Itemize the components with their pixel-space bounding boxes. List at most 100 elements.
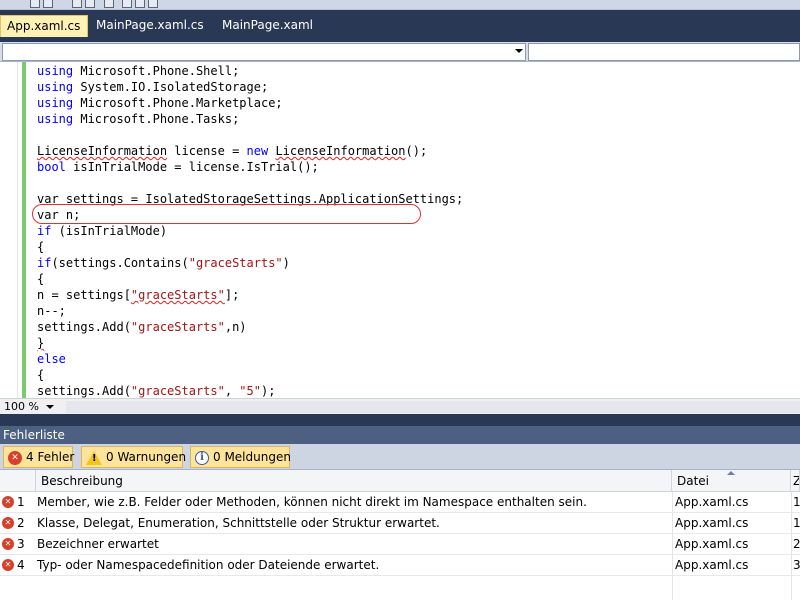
error-icon: ✕	[2, 517, 14, 529]
toolbar-button[interactable]	[85, 0, 95, 8]
messages-filter-button[interactable]: i 0 Meldungen	[190, 446, 291, 468]
table-row[interactable]: ✕ 4 Typ- oder Namespacedefinition oder Dat…	[0, 555, 800, 576]
tab-mainpage-xaml[interactable]: MainPage.xaml	[216, 15, 319, 37]
code-token: var n;	[37, 208, 81, 222]
column-header-description[interactable]: Beschreibung	[36, 470, 672, 492]
code-token: Microsoft.Phone.Marketplace;	[73, 96, 283, 110]
code-token: LicenseInformation	[37, 144, 168, 158]
toolbar-button[interactable]	[43, 0, 53, 8]
code-line: settings.Add("graceStarts", "5");	[37, 383, 463, 398]
error-number: 3	[17, 537, 25, 551]
code-line: n = settings["graceStarts"];	[37, 287, 463, 303]
code-token: }	[37, 336, 45, 350]
code-line: using Microsoft.Phone.Tasks;	[37, 111, 463, 127]
code-token: else	[37, 352, 66, 366]
tab-mainpage-xaml-cs[interactable]: MainPage.xaml.cs	[90, 15, 210, 37]
code-token: )	[282, 256, 290, 270]
table-row[interactable]: ✕ 2 Klasse, Delegat, Enumeration, Schnitts…	[0, 513, 800, 534]
code-token: using	[37, 80, 74, 94]
panel-splitter[interactable]	[0, 414, 800, 426]
code-token: );	[260, 384, 276, 398]
error-line: 19	[793, 495, 800, 509]
error-description: Bezeichner erwartet	[37, 537, 159, 551]
code-line: {	[37, 271, 463, 287]
error-file: App.xaml.cs	[675, 495, 749, 509]
error-icon: ✕	[2, 496, 14, 508]
code-token: "graceStarts"	[188, 256, 283, 270]
tab-label: MainPage.xaml.cs	[96, 18, 204, 32]
code-token: ,	[224, 384, 240, 398]
error-list-toolbar: ✕ 4 Fehler 0 Warnungen i 0 Meldungen	[0, 444, 800, 470]
type-dropdown[interactable]	[2, 43, 526, 61]
error-description: Member, wie z.B. Felder oder Methoden, k…	[37, 495, 587, 509]
error-number: 4	[17, 558, 25, 572]
editor-gutter	[0, 62, 18, 398]
code-token: System.IO.IsolatedStorage;	[73, 80, 269, 94]
code-token: settings.Add(	[37, 384, 131, 398]
code-token: (isInTrialMode)	[51, 224, 168, 238]
panel-title: Fehlerliste	[3, 428, 65, 442]
code-line: n--;	[37, 303, 463, 319]
code-line: else	[37, 351, 463, 367]
code-lines: using Microsoft.Phone.Shell; using System…	[37, 63, 463, 398]
error-number: 2	[17, 516, 25, 530]
code-token: Microsoft.Phone.Tasks;	[73, 112, 240, 126]
code-token: n = settings[	[37, 288, 131, 302]
code-token: {	[37, 240, 45, 254]
toolbar-dropdown[interactable]	[148, 0, 158, 8]
code-token: {	[37, 368, 45, 382]
error-icon: ✕	[2, 538, 14, 550]
warning-icon	[86, 450, 102, 465]
error-list-table: Beschreibung Datei Z ✕1Member, wie z.B. …	[0, 470, 800, 600]
warnings-filter-button[interactable]: 0 Warnungen	[81, 446, 186, 468]
messages-filter-label: 0 Meldungen	[213, 450, 291, 464]
toolbar-button[interactable]	[122, 0, 132, 8]
code-token: using	[37, 112, 74, 126]
code-token: var settings = IsolatedStorageSettings.A…	[37, 192, 464, 206]
member-dropdown[interactable]	[528, 43, 800, 61]
error-number: 1	[17, 495, 25, 509]
code-line: var n;	[37, 207, 463, 223]
chevron-down-icon[interactable]	[46, 405, 54, 409]
code-line: if (isInTrialMode)	[37, 223, 463, 239]
toolbar-button[interactable]	[30, 0, 40, 8]
code-line: LicenseInformation license = new License…	[37, 143, 463, 159]
code-token: using	[37, 96, 74, 110]
code-token: (settings.Contains(	[51, 256, 189, 270]
editor-status-bar: 100 %	[0, 398, 800, 414]
table-row[interactable]: ✕3 Bezeichner erwartet App.xaml.cs 28	[0, 534, 800, 555]
column-header-icon[interactable]	[0, 470, 36, 492]
toolbar	[0, 0, 800, 10]
error-line: 19	[793, 516, 800, 530]
code-token: ();	[405, 144, 428, 158]
error-icon: ✕	[8, 450, 22, 465]
error-description: Typ- oder Namespacedefinition oder Datei…	[37, 558, 380, 572]
navigation-bar	[0, 42, 800, 62]
code-token: using	[37, 64, 74, 78]
toolbar-button[interactable]	[135, 0, 145, 8]
code-editor[interactable]: using Microsoft.Phone.Shell; using System…	[0, 62, 800, 398]
code-token: Microsoft.Phone.Shell;	[73, 64, 240, 78]
horizontal-scrollbar[interactable]	[66, 401, 800, 413]
code-token: "graceStarts"	[130, 384, 225, 398]
table-row[interactable]: ✕ 1 Member, wie z.B. Felder oder Methoden,…	[0, 492, 800, 513]
table-header: Beschreibung Datei Z	[0, 470, 800, 492]
code-line: using Microsoft.Phone.Shell;	[37, 63, 463, 79]
zoom-level[interactable]: 100 %	[4, 400, 39, 413]
toolbar-button[interactable]	[72, 0, 82, 8]
errors-filter-button[interactable]: ✕ 4 Fehler	[3, 446, 74, 468]
tab-app-xaml-cs[interactable]: App.xaml.cs	[0, 15, 88, 37]
code-line: {	[37, 239, 463, 255]
column-header-line[interactable]: Z	[791, 470, 800, 492]
change-tracking-bar	[22, 62, 26, 398]
sort-ascending-icon	[727, 471, 735, 475]
code-line: var settings = IsolatedStorageSettings.A…	[37, 191, 463, 207]
code-token: if	[37, 256, 52, 270]
toolbar-button[interactable]	[104, 0, 114, 8]
code-line: using System.IO.IsolatedStorage;	[37, 79, 463, 95]
error-description: Klasse, Delegat, Enumeration, Schnittste…	[37, 516, 440, 530]
code-line: settings.Add("graceStarts",n)	[37, 319, 463, 335]
code-line: {	[37, 367, 463, 383]
